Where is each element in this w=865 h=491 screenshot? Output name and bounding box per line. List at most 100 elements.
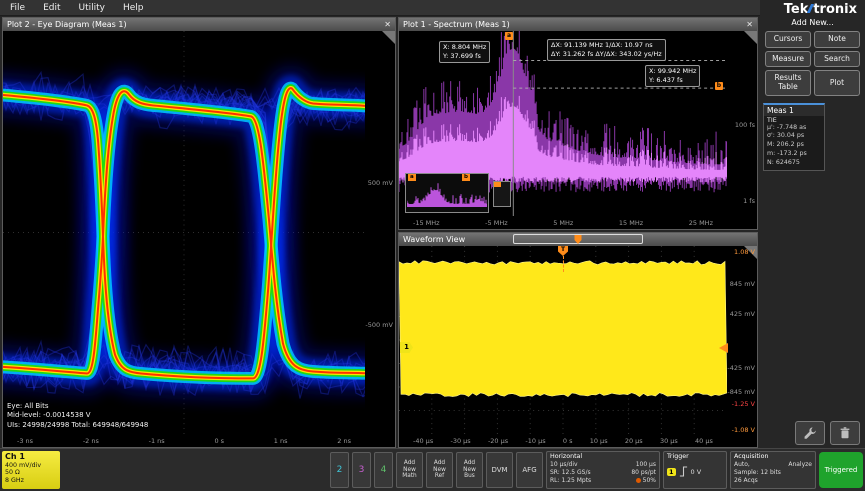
y-axis-label: 1 fs — [743, 197, 755, 205]
wrench-icon — [803, 426, 817, 440]
x-axis-label: 25 MHz — [689, 219, 713, 227]
acquisition-mode: Auto, — [734, 461, 750, 469]
cursor-readout-line: ΔY: 31.262 fs ΔY/ΔX: 343.02 ys/Hz — [551, 50, 662, 59]
probe-setup-button[interactable] — [795, 421, 825, 445]
y-axis-label: 1.08 V — [734, 248, 755, 256]
logo-text: Tek — [784, 2, 809, 17]
dvm-button[interactable]: DVM — [486, 452, 513, 488]
horizontal-badge[interactable]: Horizontal 10 μs/div 100 μs SR: 12.5 GS/… — [546, 451, 660, 489]
horizontal-scale: 10 μs/div — [550, 461, 578, 469]
horizontal-record-length: RL: 1.25 Mpts — [550, 477, 591, 485]
x-axis-label: -3 ns — [17, 437, 33, 445]
close-icon[interactable]: ✕ — [746, 18, 753, 31]
y-axis-label: 100 fs — [735, 121, 755, 129]
note-button[interactable]: Note — [814, 31, 860, 48]
plot-button[interactable]: Plot — [814, 70, 860, 95]
delete-button[interactable] — [830, 421, 860, 445]
meas1-results-badge[interactable]: Meas 1 TIE μ': -7.748 as σ': 30.04 ps M:… — [763, 103, 825, 171]
y-axis-label: -845 mV — [727, 388, 755, 396]
cursor-a-flag[interactable]: a — [505, 32, 513, 40]
x-axis-label: -2 ns — [83, 437, 99, 445]
results-table-button[interactable]: Results Table — [765, 70, 811, 95]
y-axis-label: -425 mV — [727, 364, 755, 372]
x-axis-label: -1 ns — [149, 437, 165, 445]
y-axis-label: 425 mV — [730, 310, 755, 318]
waveform-view-panel: Waveform View T 1 1.08 V 845 mV 425 mV -… — [398, 232, 758, 448]
x-axis-label: -40 μs — [413, 437, 433, 445]
cursor-b-flag[interactable]: b — [715, 82, 723, 90]
acquisition-sample: Sample: 12 bits — [734, 469, 781, 477]
rising-edge-icon — [679, 466, 688, 477]
menu-utility[interactable]: Utility — [79, 3, 105, 13]
trigger-title: Trigger — [667, 453, 723, 461]
cursor-readout-line: X: 8.804 MHz — [443, 43, 486, 52]
close-icon[interactable]: ✕ — [384, 18, 391, 31]
eye-stat-line: Eye: All Bits — [7, 402, 148, 412]
spectrum-thumbnail[interactable]: a b — [405, 173, 489, 213]
thumbnail-handle[interactable] — [493, 181, 511, 207]
waveform-x-axis: -40 μs -30 μs -20 μs -10 μs 0 s 10 μs 20… — [399, 434, 727, 447]
eye-stat-line: Mid-level: -0.0014538 V — [7, 411, 148, 421]
spectrum-y-axis: 100 fs 1 fs — [727, 31, 757, 216]
channel-1-bandwidth: 8 GHz — [5, 477, 57, 485]
channel-1-termination: 50 Ω — [5, 469, 57, 477]
trigger-position-stem — [563, 256, 564, 272]
x-axis-label: 5 MHz — [553, 219, 573, 227]
search-button[interactable]: Search — [814, 51, 860, 68]
x-axis-label: -20 μs — [488, 437, 508, 445]
acquisition-badge[interactable]: Acquisition Auto, Analyze Sample: 12 bit… — [730, 451, 816, 489]
y-axis-label: 845 mV — [730, 280, 755, 288]
x-axis-label: 15 MHz — [619, 219, 643, 227]
spectrum-panel-title: Plot 1 - Spectrum (Meas 1) — [403, 20, 510, 29]
menu-file[interactable]: File — [10, 3, 25, 13]
afg-button[interactable]: AFG — [516, 452, 543, 488]
eye-diagram-panel: Plot 2 - Eye Diagram (Meas 1) ✕ 500 mV -… — [2, 17, 396, 448]
menu-edit[interactable]: Edit — [43, 3, 60, 13]
sidebar-button-grid: Cursors Note Measure Search Results Tabl… — [765, 31, 860, 96]
logo-text: tronix — [813, 2, 857, 17]
channel-1-scale: 400 mV/div — [5, 462, 57, 470]
waveform-y-axis: 1.08 V 845 mV 425 mV -425 mV -845 mV -1.… — [727, 246, 757, 434]
add-new-math-button[interactable]: Add New Math — [396, 452, 423, 488]
x-axis-label: 0 s — [214, 437, 224, 445]
trigger-position-icon[interactable] — [575, 235, 582, 244]
x-axis-label: -5 MHz — [485, 219, 507, 227]
channel-2-button[interactable]: 2 — [330, 452, 349, 488]
channel-1-badge[interactable]: Ch 1 400 mV/div 50 Ω 8 GHz — [2, 451, 60, 489]
y-axis-label: -500 mV — [365, 321, 393, 329]
trigger-source-badge: 1 — [667, 468, 676, 476]
measure-button[interactable]: Measure — [765, 51, 811, 68]
meas-stat: N: 624675 — [764, 159, 824, 168]
y-axis-label: -1.08 V — [732, 426, 755, 434]
meas-stat: M: 206.2 ps — [764, 141, 824, 150]
x-axis-label: 20 μs — [625, 437, 643, 445]
add-new-heading: Add New... — [760, 18, 865, 27]
trigger-badge[interactable]: Trigger 1 0 V — [663, 451, 727, 489]
horizontal-sample-rate: SR: 12.5 GS/s — [550, 469, 591, 477]
x-axis-label: 30 μs — [660, 437, 678, 445]
channel-3-button[interactable]: 3 — [352, 452, 371, 488]
meas-stat: σ': 30.04 ps — [764, 132, 824, 141]
zoom-overview-bracket[interactable] — [513, 234, 643, 244]
horizontal-title: Horizontal — [550, 453, 656, 461]
waveform-plot-area[interactable]: T 1 1.08 V 845 mV 425 mV -425 mV -845 mV… — [399, 246, 757, 447]
right-sidebar: Tek tronix Add New... Cursors Note Measur… — [760, 0, 865, 448]
meas-stat: μ': -7.748 as — [764, 124, 824, 133]
menu-help[interactable]: Help — [123, 3, 144, 13]
cursor-readout-line: Y: 6.437 fs — [649, 76, 696, 85]
eye-plot-area[interactable]: 500 mV -500 mV Eye: All Bits Mid-level: … — [3, 31, 395, 447]
sidebar-tools — [795, 421, 860, 445]
add-new-bus-button[interactable]: Add New Bus — [456, 452, 483, 488]
cursors-button[interactable]: Cursors — [765, 31, 811, 48]
trigger-level-value: 0 V — [691, 468, 702, 476]
channel-4-button[interactable]: 4 — [374, 452, 393, 488]
spectrum-plot-area[interactable]: a b X: 8.804 MHz Y: 37.699 fs ΔX: 91.139… — [399, 31, 757, 229]
trigger-level-marker[interactable] — [719, 343, 728, 353]
add-new-ref-button[interactable]: Add New Ref — [426, 452, 453, 488]
eye-panel-title: Plot 2 - Eye Diagram (Meas 1) — [7, 20, 127, 29]
settings-bar: Ch 1 400 mV/div 50 Ω 8 GHz 2 3 4 Add New… — [0, 448, 865, 491]
eye-statistics: Eye: All Bits Mid-level: -0.0014538 V UI… — [7, 402, 148, 431]
waveform-title: Waveform View — [403, 235, 465, 244]
horizontal-duration: 100 μs — [636, 461, 656, 469]
horizontal-position: 50% — [636, 477, 656, 485]
